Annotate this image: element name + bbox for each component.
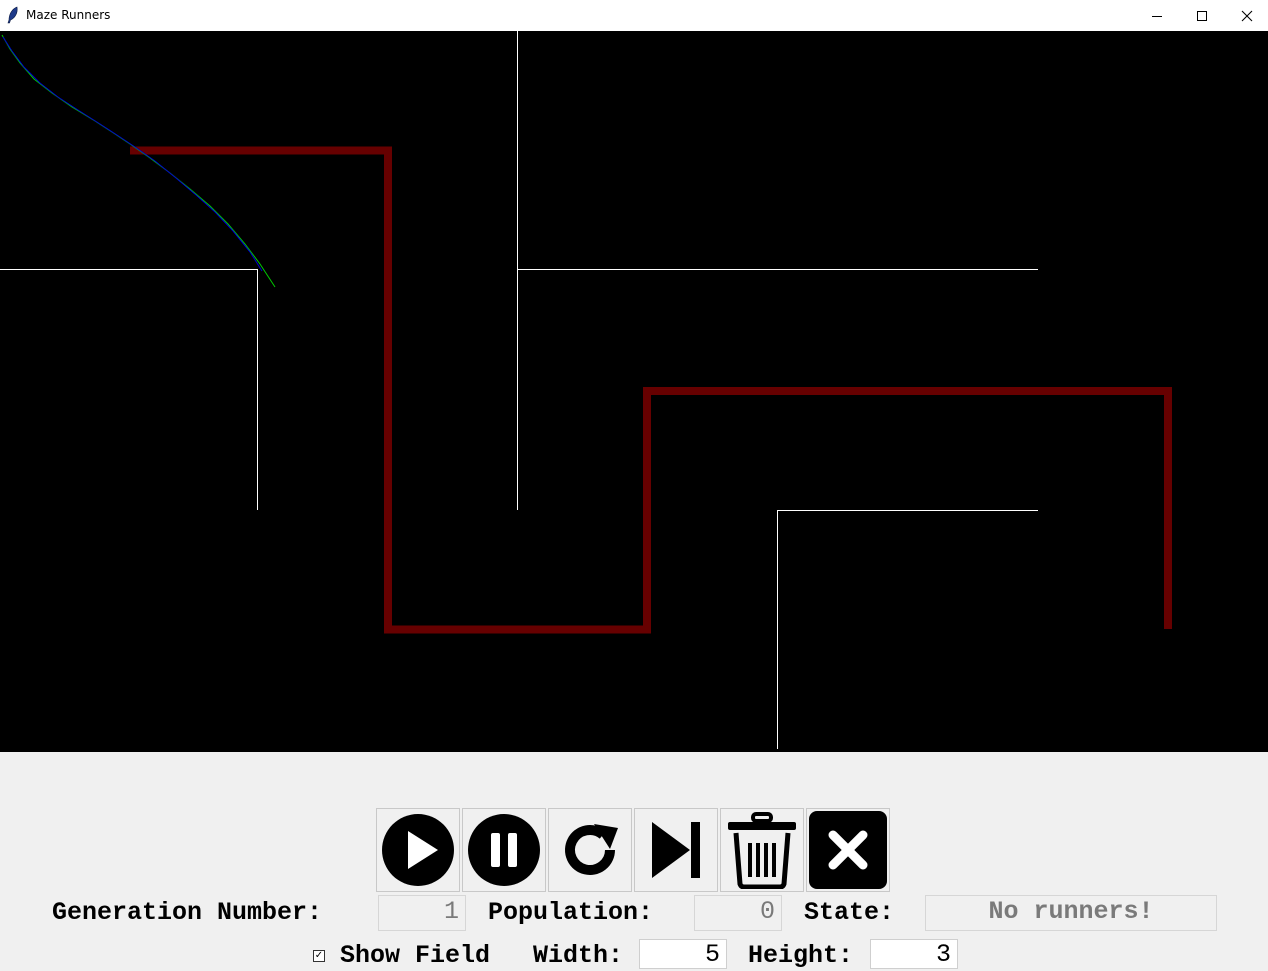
play-button[interactable] [376,808,460,892]
minimize-button[interactable] [1134,0,1180,31]
maze-canvas[interactable] [0,31,1268,752]
control-toolbar [376,808,890,892]
close-icon [809,811,887,889]
show-field-label: Show Field [340,941,491,970]
feather-icon [7,6,18,24]
population-value-field: 0 [694,895,782,931]
close-window-icon [1241,10,1253,21]
restart-button[interactable] [548,808,632,892]
delete-button[interactable] [720,808,804,892]
step-forward-icon [652,822,700,878]
trash-icon [728,812,796,889]
show-field-checkbox[interactable]: ✓ [313,950,325,962]
maximize-button[interactable] [1179,0,1225,31]
close-button[interactable] [806,808,890,892]
restart-icon [565,824,618,875]
generation-label: Generation Number: [52,898,323,927]
state-label: State: [804,898,895,927]
window-title: Maze Runners [26,8,111,22]
runner-trail-green [1,34,276,288]
solution-path [130,146,1172,634]
state-value-field: No runners! [925,895,1217,931]
close-window-button[interactable] [1224,0,1268,31]
maximize-icon [1197,10,1207,21]
height-input[interactable]: 3 [870,939,958,969]
width-input[interactable]: 5 [639,939,727,969]
pause-button[interactable] [462,808,546,892]
generation-value-field: 1 [378,895,466,931]
pause-icon [468,814,540,886]
step-forward-button[interactable] [634,808,718,892]
width-label: Width: [533,941,624,970]
title-bar: Maze Runners [0,0,1268,31]
play-icon [382,814,454,886]
minimize-icon [1152,15,1162,17]
height-label: Height: [748,941,854,970]
population-label: Population: [488,898,654,927]
